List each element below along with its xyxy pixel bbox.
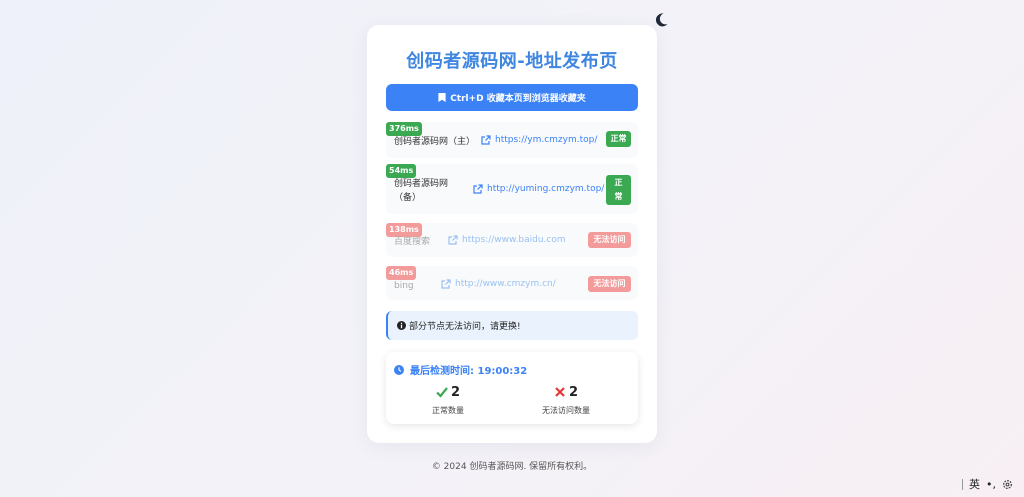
latency-badge: 54ms xyxy=(386,164,417,178)
link-url[interactable]: http://yuming.cmzym.top/ xyxy=(473,184,604,194)
status-badge: 正常 xyxy=(606,175,631,205)
link-row-bing: 46ms bing http://www.cmzym.cn/ 无法访问 xyxy=(386,266,638,300)
info-icon xyxy=(397,321,406,330)
link-row-baidu: 138ms 百度搜索 https://www.baidu.com 无法访问 xyxy=(386,223,638,257)
main-card: 创码者源码网-地址发布页 Ctrl+D 收藏本页到浏览器收藏夹 376ms 创码… xyxy=(367,25,657,443)
link-name: 百度搜索 xyxy=(394,237,431,247)
link-url[interactable]: https://ym.cmzym.top/ xyxy=(481,135,597,145)
ok-label: 正常数量 xyxy=(432,406,464,415)
link-name: bing xyxy=(394,281,414,291)
clock-icon xyxy=(394,364,404,375)
last-check-label: 最后检测时间: 19:00:32 xyxy=(410,366,528,377)
link-url-text: http://www.cmzym.cn/ xyxy=(455,279,556,289)
gear-icon[interactable] xyxy=(1002,479,1013,490)
theme-toggle-button[interactable] xyxy=(653,12,669,28)
ime-divider xyxy=(962,478,963,490)
stats-panel: 最后检测时间: 19:00:32 2 正常数量 2 无法访问数量 xyxy=(386,352,638,424)
fail-label: 无法访问数量 xyxy=(542,406,590,415)
check-icon xyxy=(436,387,448,398)
footer-copyright: © 2024 创码者源码网. 保留所有权利。 xyxy=(431,462,593,472)
bookmark-button-label: Ctrl+D 收藏本页到浏览器收藏夹 xyxy=(450,94,586,104)
ime-lang[interactable]: 英 xyxy=(969,476,980,492)
bookmark-button[interactable]: Ctrl+D 收藏本页到浏览器收藏夹 xyxy=(386,84,638,111)
fail-stat: 2 无法访问数量 xyxy=(516,383,616,416)
link-url-text: http://yuming.cmzym.top/ xyxy=(487,184,605,194)
latency-badge: 46ms xyxy=(386,266,417,280)
ok-count: 2 xyxy=(450,384,461,400)
external-link-icon xyxy=(448,235,458,245)
alert-text: 部分节点无法访问，请更换! xyxy=(409,322,521,332)
ime-indicator[interactable]: 英 •, xyxy=(962,476,1013,492)
ok-stat: 2 正常数量 xyxy=(398,383,498,416)
link-row-primary: 376ms 创码者源码网（主） https://ym.cmzym.top/ 正常 xyxy=(386,122,638,158)
status-badge: 无法访问 xyxy=(588,276,631,292)
link-row-backup: 54ms 创码者源码网（备） http://yuming.cmzym.top/ … xyxy=(386,164,638,214)
link-url-text: https://www.baidu.com xyxy=(462,235,566,245)
external-link-icon xyxy=(441,279,451,289)
link-name: 创码者源码网（主） xyxy=(394,137,476,147)
alert-banner: 部分节点无法访问，请更换! xyxy=(386,311,638,340)
external-link-icon xyxy=(481,135,491,145)
link-name: 创码者源码网（备） xyxy=(394,179,449,203)
fail-count: 2 xyxy=(568,384,579,400)
bookmark-icon xyxy=(438,93,446,102)
latency-badge: 376ms xyxy=(386,122,422,136)
ime-punct[interactable]: •, xyxy=(986,478,996,491)
status-badge: 正常 xyxy=(606,131,631,147)
status-badge: 无法访问 xyxy=(588,232,631,248)
link-url[interactable]: http://www.cmzym.cn/ xyxy=(441,279,556,289)
x-icon xyxy=(555,387,565,397)
link-url[interactable]: https://www.baidu.com xyxy=(448,235,566,245)
link-url-text: https://ym.cmzym.top/ xyxy=(495,135,598,145)
last-check-time: 最后检测时间: 19:00:32 xyxy=(394,362,527,377)
page-title: 创码者源码网-地址发布页 xyxy=(406,51,618,72)
moon-icon xyxy=(655,13,668,27)
external-link-icon xyxy=(473,184,483,194)
